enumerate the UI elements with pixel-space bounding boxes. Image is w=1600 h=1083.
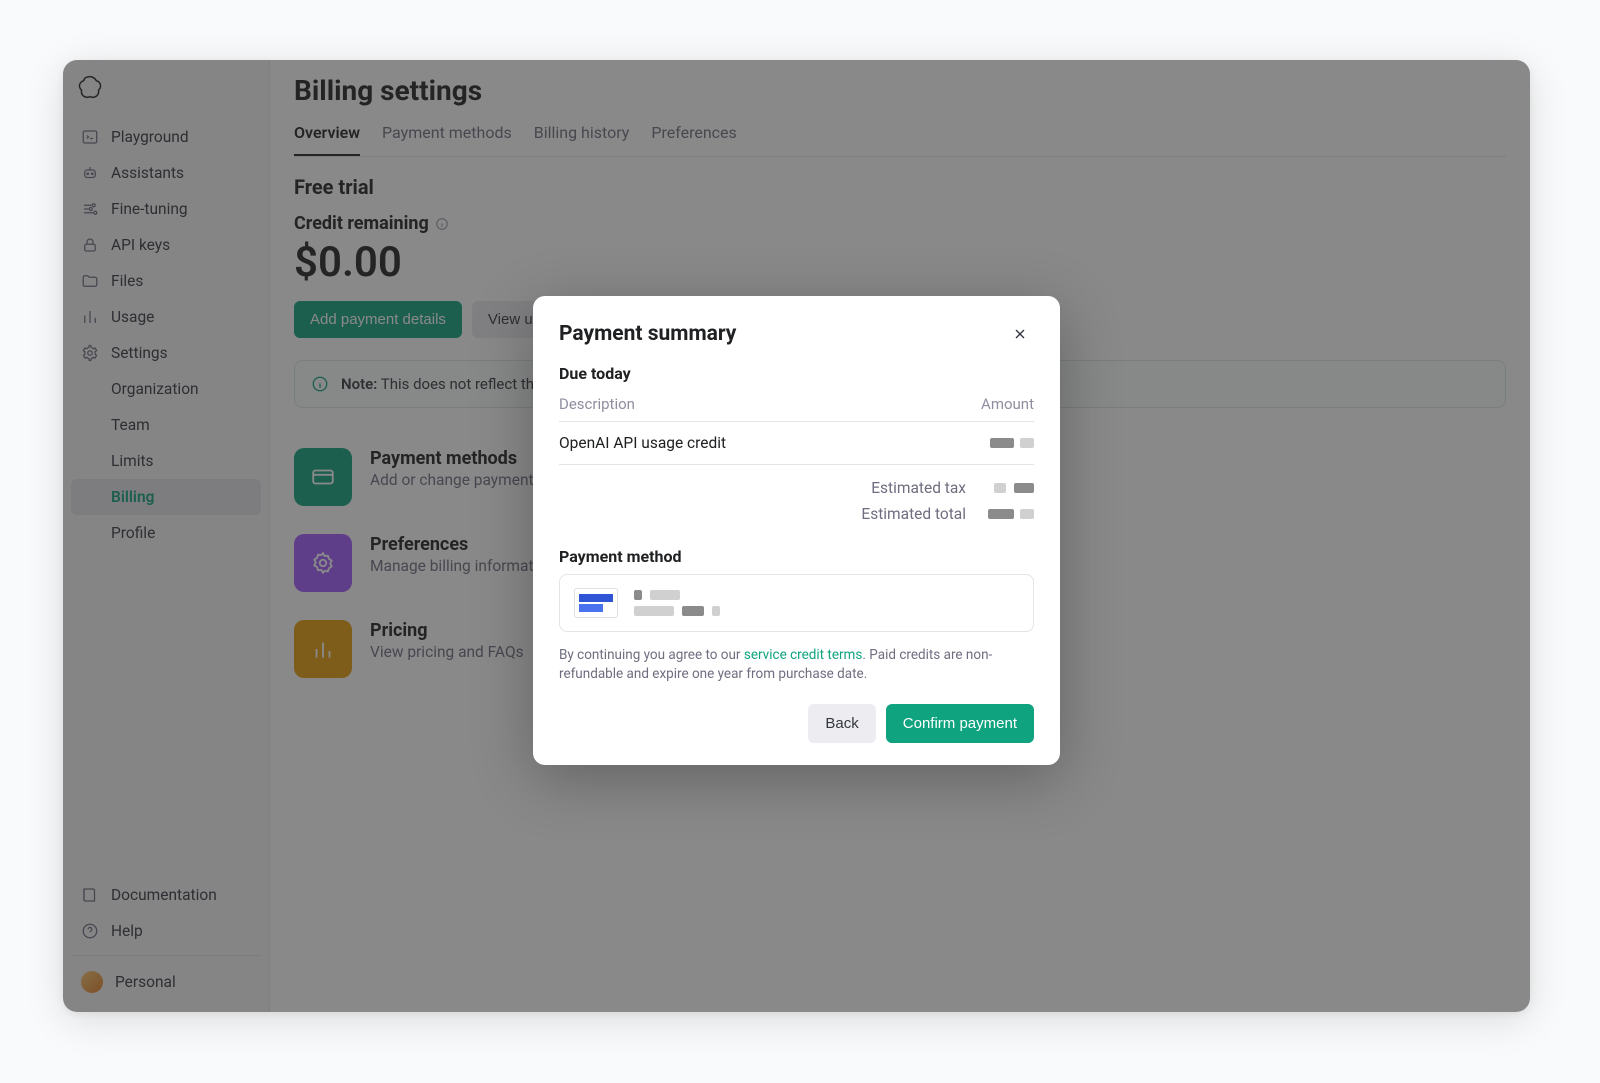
estimated-total-label: Estimated total <box>861 505 966 523</box>
service-credit-terms-link[interactable]: service credit terms <box>744 647 863 663</box>
estimated-total-amount <box>986 505 1034 523</box>
line-item-description: OpenAI API usage credit <box>559 434 726 452</box>
line-item-amount <box>990 434 1034 452</box>
back-button[interactable]: Back <box>808 704 875 743</box>
payment-method-label: Payment method <box>559 547 1034 566</box>
line-item: OpenAI API usage credit <box>559 422 1034 465</box>
modal-title: Payment summary <box>559 322 736 346</box>
due-today-label: Due today <box>559 364 1034 383</box>
terms-text: By continuing you agree to our service c… <box>559 646 1034 684</box>
card-brand-icon <box>574 588 618 618</box>
close-button[interactable] <box>1006 320 1034 348</box>
close-icon <box>1012 326 1028 342</box>
app-window: Playground Assistants Fine-tuning <box>63 60 1530 1012</box>
summary-table: Description Amount OpenAI API usage cred… <box>559 391 1034 465</box>
payment-method-details <box>634 590 720 616</box>
col-amount: Amount <box>981 395 1034 413</box>
payment-summary-modal: Payment summary Due today Description Am… <box>533 296 1060 765</box>
modal-overlay[interactable]: Payment summary Due today Description Am… <box>63 60 1530 1012</box>
confirm-payment-button[interactable]: Confirm payment <box>886 704 1034 743</box>
col-description: Description <box>559 395 635 413</box>
estimated-tax-label: Estimated tax <box>871 479 966 497</box>
estimated-tax-amount <box>986 479 1034 497</box>
payment-method-card[interactable] <box>559 574 1034 632</box>
